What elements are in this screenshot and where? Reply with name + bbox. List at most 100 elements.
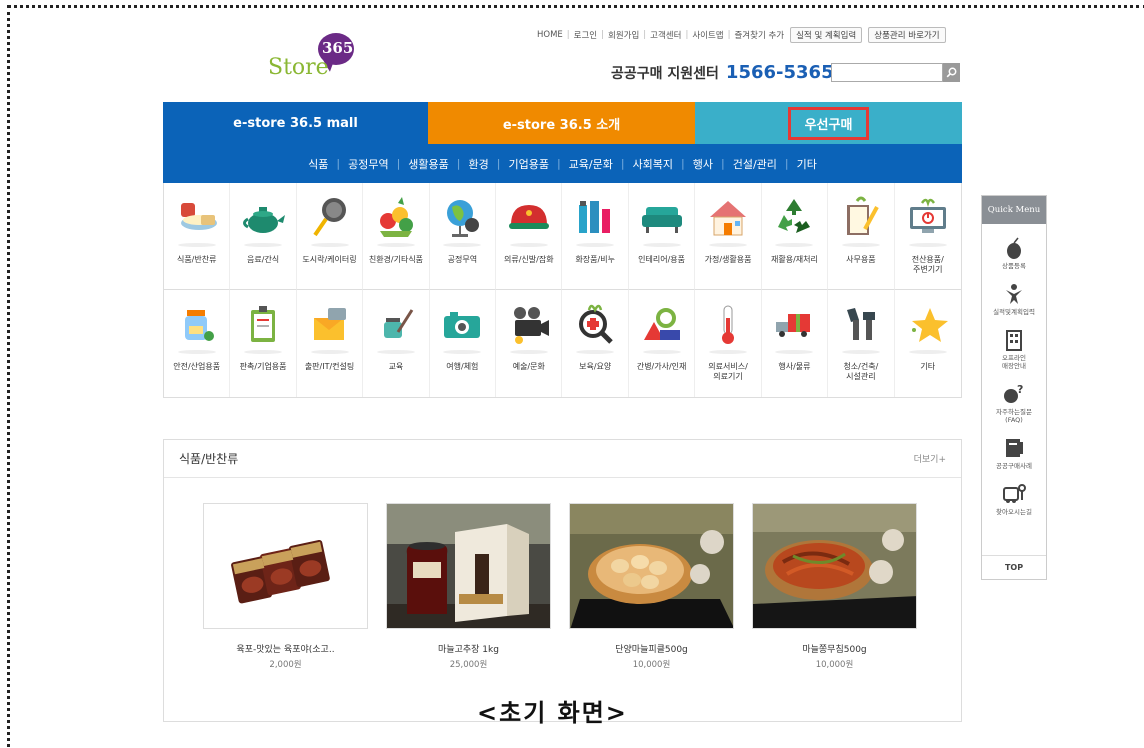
category-label: 행사/물류 <box>778 362 811 371</box>
quick-item-product-register[interactable]: 상품등록 <box>982 236 1046 270</box>
category-item[interactable]: 사무용품 <box>828 183 895 290</box>
product-manage-button[interactable]: 상품관리 바로가기 <box>868 27 946 43</box>
subnav-education[interactable]: 교육/문화 <box>569 156 613 172</box>
category-item[interactable]: 출판/IT/컨설팅 <box>297 290 364 397</box>
notebook-pencil-icon <box>846 196 879 235</box>
quick-item-label: 상품등록 <box>1002 262 1026 270</box>
quick-item-offline-store[interactable]: 오프라인 매장안내 <box>982 328 1046 370</box>
globe-icon <box>447 200 480 237</box>
category-item[interactable]: 안전/산업용품 <box>164 290 231 397</box>
star-icon <box>911 308 948 342</box>
recycle-icon <box>778 199 811 233</box>
tab-priority-purchase[interactable]: 우선구매 <box>695 102 962 144</box>
top-link-join[interactable]: 회원가입 <box>608 29 639 41</box>
tab-mall[interactable]: e-store 36.5 mall <box>163 102 428 144</box>
category-item[interactable]: 여행/체험 <box>430 290 497 397</box>
category-item[interactable]: 판촉/기업용품 <box>230 290 297 397</box>
category-item[interactable]: 공정무역 <box>429 183 497 290</box>
quick-item-label: 실적및계획입력 <box>993 308 1035 316</box>
subnav-construction[interactable]: 건설/관리 <box>733 156 777 172</box>
category-item[interactable]: 간병/가사/인재 <box>629 290 696 397</box>
category-item[interactable]: 친환경/기타식품 <box>363 183 430 290</box>
product-card[interactable]: 단양마늘피클500g 10,000원 <box>569 503 734 670</box>
main-tabs: e-store 36.5 mall e-store 36.5 소개 우선구매 <box>163 102 962 144</box>
quick-item-faq[interactable]: ? 자주하는질문 (FAQ) <box>982 382 1046 424</box>
product-name[interactable]: 마늘고추장 1kg <box>438 642 499 655</box>
category-item[interactable]: 기타 <box>895 290 961 397</box>
category-item[interactable]: 인테리어/용품 <box>628 183 696 290</box>
more-link[interactable]: 더보기+ <box>914 452 946 465</box>
subnav-food[interactable]: 식품 <box>308 156 328 172</box>
product-price: 2,000원 <box>269 660 302 670</box>
category-item[interactable]: 예술/문화 <box>496 290 563 397</box>
top-link-bookmark[interactable]: 즐겨찾기 추가 <box>734 29 784 41</box>
category-item[interactable]: 청소/건축/ 시설관리 <box>828 290 895 397</box>
category-item[interactable]: 음료/간식 <box>230 183 297 290</box>
subnav-environment[interactable]: 환경 <box>468 156 488 172</box>
quick-menu-top-button[interactable]: TOP <box>982 555 1046 579</box>
quick-item-performance[interactable]: 실적및계획입력 <box>982 282 1046 316</box>
product-image[interactable] <box>569 503 734 629</box>
category-label: 전산용품/ 주변기기 <box>911 255 944 274</box>
logo-word: Store <box>268 55 329 80</box>
ink-pen-icon <box>383 309 414 338</box>
category-item[interactable]: 화장품/비누 <box>562 183 629 290</box>
category-item[interactable]: 의류/신발/잡화 <box>496 183 563 290</box>
magnifier-plus-icon <box>579 304 613 344</box>
subnav-event[interactable]: 행사 <box>693 156 713 172</box>
product-image[interactable] <box>386 503 551 629</box>
category-item[interactable]: 가정/생활용품 <box>695 183 762 290</box>
category-item[interactable]: 보육/요양 <box>562 290 629 397</box>
category-item[interactable]: 도시락/케이터링 <box>296 183 364 290</box>
search-input[interactable] <box>831 63 943 82</box>
subnav-living[interactable]: 생활용품 <box>408 156 448 172</box>
product-price: 10,000원 <box>632 660 671 670</box>
support-label: 공공구매 지원센터 <box>611 66 719 82</box>
tab-intro[interactable]: e-store 36.5 소개 <box>428 102 695 144</box>
category-item[interactable]: 교육 <box>363 290 430 397</box>
subnav-welfare[interactable]: 사회복지 <box>633 156 673 172</box>
quick-item-cases[interactable]: 공공구매사례 <box>982 436 1046 470</box>
subnav-etc[interactable]: 기타 <box>797 156 817 172</box>
store365-logo[interactable]: 365 Store <box>242 33 372 81</box>
category-item[interactable]: 의료서비스/ 의료기기 <box>695 290 762 397</box>
subnav-business[interactable]: 기업용품 <box>508 156 548 172</box>
category-item[interactable]: 행사/물류 <box>762 290 829 397</box>
category-item[interactable]: 재활용/재처리 <box>761 183 829 290</box>
quick-item-label: 자주하는질문 (FAQ) <box>996 408 1032 424</box>
quick-item-directions[interactable]: 찾아오시는길 <box>982 482 1046 516</box>
tab-priority-purchase-label: 우선구매 <box>787 106 870 140</box>
product-name[interactable]: 마늘쫑무침500g <box>802 642 866 655</box>
subnav-fair-trade[interactable]: 공정무역 <box>348 156 388 172</box>
delivery-truck-icon <box>776 314 811 337</box>
category-label: 재활용/재처리 <box>771 255 818 264</box>
product-list: 육포-맛있는 육포야(소고.. 2,000원 마늘고추장 1kg 25,000원… <box>203 503 917 670</box>
category-label: 의료서비스/ 의료기기 <box>708 362 748 381</box>
top-link-login[interactable]: 로그인 <box>574 29 597 41</box>
product-card[interactable]: 마늘고추장 1kg 25,000원 <box>386 503 551 670</box>
category-label: 여행/체험 <box>446 362 479 371</box>
product-name[interactable]: 단양마늘피클500g <box>615 642 688 655</box>
product-image[interactable] <box>203 503 368 629</box>
category-label: 보육/요양 <box>579 362 612 371</box>
sofa-icon <box>641 207 682 233</box>
product-price: 10,000원 <box>815 660 854 670</box>
top-link-home[interactable]: HOME <box>537 30 563 40</box>
svg-text:?: ? <box>1017 383 1023 396</box>
top-link-sitemap[interactable]: 사이트맵 <box>692 29 723 41</box>
product-image[interactable] <box>752 503 917 629</box>
category-item[interactable]: 전산용품/ 주변기기 <box>894 183 961 290</box>
top-link-customer-center[interactable]: 고객센터 <box>650 29 681 41</box>
category-label: 기타 <box>920 362 936 371</box>
monitor-icon <box>909 198 946 233</box>
product-card[interactable]: 마늘쫑무침500g 10,000원 <box>752 503 917 670</box>
camera-icon <box>444 312 481 338</box>
performance-input-button[interactable]: 실적 및 계획입력 <box>790 27 863 43</box>
bus-icon <box>1003 484 1026 503</box>
product-card[interactable]: 육포-맛있는 육포야(소고.. 2,000원 <box>203 503 368 670</box>
building-icon <box>1006 330 1022 351</box>
product-name[interactable]: 육포-맛있는 육포야(소고.. <box>236 642 334 655</box>
person-icon <box>1006 284 1022 304</box>
search-button[interactable] <box>943 63 960 82</box>
category-item[interactable]: 식품/반찬류 <box>164 183 231 290</box>
